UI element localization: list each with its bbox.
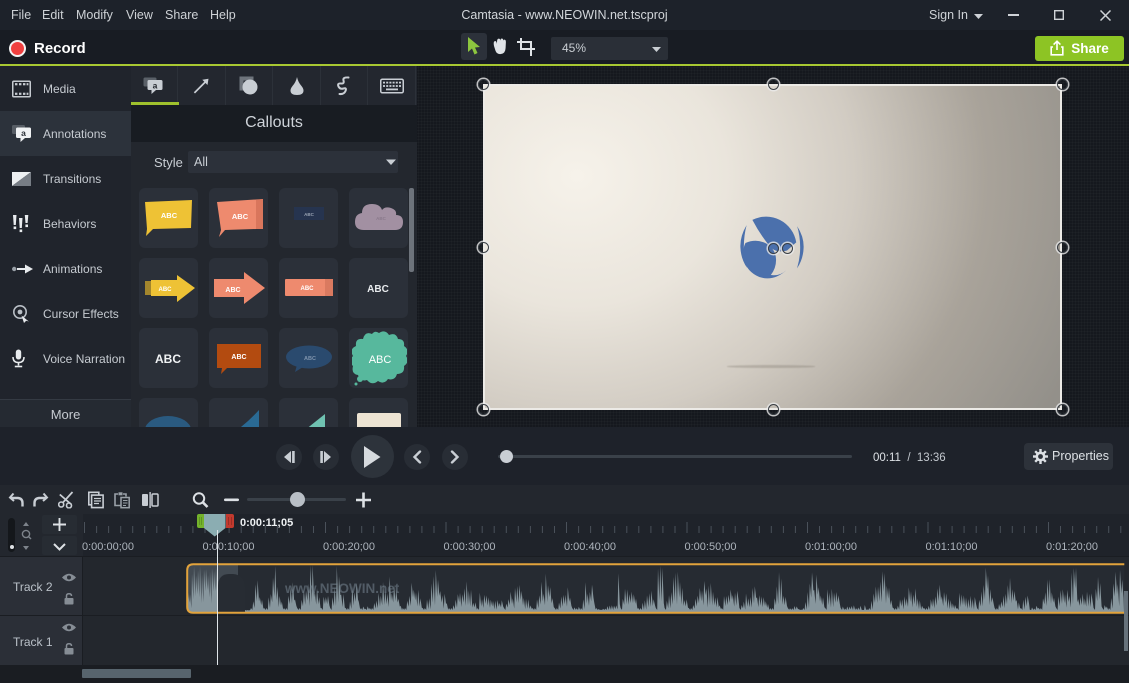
- svg-text:ABC: ABC: [160, 211, 177, 220]
- svg-text:ABC: ABC: [376, 216, 386, 221]
- svg-text:ABC: ABC: [231, 212, 248, 221]
- svg-text:a: a: [21, 128, 26, 138]
- svg-text:ABC: ABC: [225, 287, 240, 294]
- svg-text:ABC: ABC: [368, 354, 391, 366]
- svg-text:ABC: ABC: [367, 284, 389, 295]
- svg-text:ABC: ABC: [158, 287, 172, 293]
- svg-text:ABC: ABC: [300, 286, 314, 292]
- svg-text:ABC: ABC: [155, 352, 181, 366]
- svg-text:ABC: ABC: [304, 212, 314, 217]
- svg-text:ABC: ABC: [231, 354, 246, 361]
- svg-text:a: a: [153, 80, 158, 90]
- svg-text:ABC: ABC: [304, 356, 316, 362]
- svg-text:www.NEOWIN.net: www.NEOWIN.net: [284, 581, 400, 596]
